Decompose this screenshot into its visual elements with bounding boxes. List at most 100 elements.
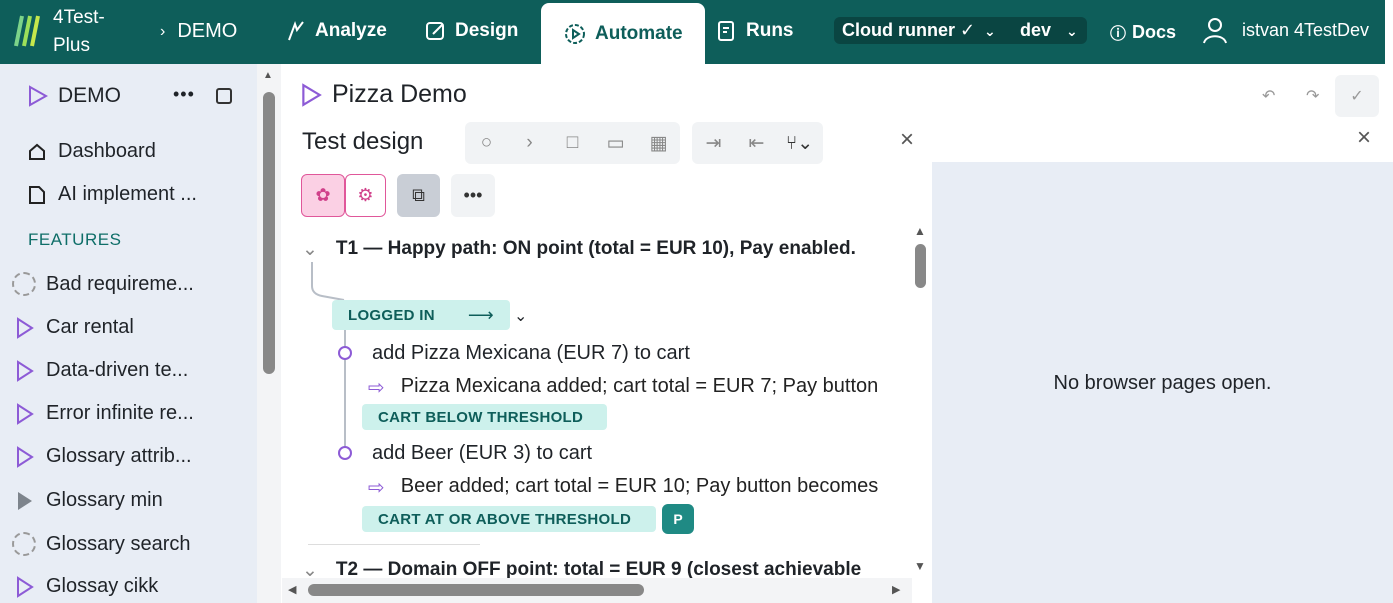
docs-link[interactable]: ⓘ Docs — [1110, 20, 1176, 44]
expected-result[interactable]: ⇨ Beer added; cart total = EUR 10; Pay b… — [368, 475, 878, 500]
chevron-down-icon[interactable]: ⌄ — [1066, 23, 1078, 40]
chevron-right-icon[interactable]: › — [508, 132, 551, 154]
feature-item[interactable]: Bad requireme... — [12, 272, 194, 296]
page-scrollbar[interactable] — [1385, 0, 1393, 64]
breadcrumb[interactable]: › DEMO — [160, 20, 237, 43]
indent-icon[interactable]: ⇥ — [692, 132, 735, 155]
step-text[interactable]: add Beer (EUR 3) to cart — [372, 442, 592, 465]
state-chip[interactable]: CART BELOW THRESHOLD — [362, 404, 607, 430]
table-icon[interactable]: ▦ — [637, 132, 680, 155]
brand-name[interactable]: 4Test-Plus — [53, 4, 133, 60]
settings-button[interactable]: ⚙ — [345, 174, 386, 217]
top-bar: 4Test-Plus › DEMO Analyze Design Automat… — [0, 0, 1393, 64]
page-title: Pizza Demo — [300, 80, 467, 109]
scroll-right-icon[interactable]: ▶ — [892, 583, 900, 596]
expected-result[interactable]: ⇨ Pizza Mexicana added; cart total = EUR… — [368, 375, 878, 400]
confirm-icon[interactable]: ✓ — [1335, 75, 1379, 117]
scroll-up-icon[interactable]: ▲ — [263, 70, 273, 81]
tab-runs[interactable]: Runs — [716, 20, 794, 42]
play-outline-icon — [302, 82, 322, 107]
redo-icon[interactable]: ↷ — [1306, 86, 1319, 106]
scroll-down-icon[interactable]: ▼ — [914, 559, 926, 573]
scroll-left-icon[interactable]: ◀ — [288, 583, 296, 596]
feature-item[interactable]: Glossay cikk — [12, 575, 158, 598]
feature-item[interactable]: Glossary search — [12, 532, 191, 556]
arrow-right-icon: ⇨ — [368, 477, 385, 499]
node-toolbar: ○ › □ ▭ ▦ — [465, 122, 680, 164]
arrow-right-icon: ⇨ — [368, 377, 385, 399]
tree-scrollbar[interactable]: ▲ ▼ — [912, 224, 930, 577]
scrollbar-thumb[interactable] — [308, 584, 644, 596]
feature-item[interactable]: Error infinite re... — [12, 402, 194, 425]
arrow-right-icon: ⟶ — [467, 304, 494, 325]
tab-automate[interactable]: Automate — [541, 3, 705, 64]
tab-design[interactable]: Design — [425, 20, 518, 42]
dashed-circle-icon — [12, 532, 36, 556]
undo-icon[interactable]: ↶ — [1262, 86, 1275, 106]
step-bullet — [338, 346, 352, 360]
play-outline-icon — [17, 445, 34, 468]
play-outline-icon — [17, 316, 34, 339]
state-chip[interactable]: LOGGED IN ⟶ — [332, 300, 510, 330]
sidebar-project[interactable]: DEMO — [28, 84, 121, 108]
indent-toolbar: ⇥ ⇤ ⑂⌄ — [692, 122, 823, 164]
chevron-down-icon[interactable]: ⌄ — [984, 23, 996, 40]
scrollbar-thumb[interactable] — [263, 92, 275, 374]
flow-view-button[interactable]: ✿ — [301, 174, 345, 217]
test-design-heading: Test design — [302, 128, 424, 155]
sidebar-scrollbar[interactable]: ▲ — [257, 64, 281, 603]
copy-check-button[interactable]: ⧉ — [397, 174, 440, 217]
sidebar: DEMO ••• Dashboard AI implement ... FEAT… — [0, 64, 257, 603]
user-menu[interactable]: istvan 4TestDev — [1202, 16, 1369, 44]
browser-panel: ↶ ↷ ✓ × No browser pages open. — [932, 64, 1393, 603]
feature-item[interactable]: Glossary min — [12, 489, 163, 512]
scroll-up-icon[interactable]: ▲ — [914, 224, 926, 238]
browser-panel-header: × — [932, 122, 1393, 162]
state-chip[interactable]: CART AT OR ABOVE THRESHOLD — [362, 506, 656, 532]
branch-icon[interactable]: ⑂⌄ — [778, 132, 821, 155]
step-text[interactable]: add Pizza Mexicana (EUR 7) to cart — [372, 342, 690, 365]
play-filled-icon — [18, 491, 32, 510]
priority-badge[interactable]: P — [662, 504, 694, 534]
tree-connector — [311, 262, 345, 301]
scrollbar-thumb[interactable] — [915, 244, 926, 288]
close-icon[interactable]: × — [1357, 124, 1371, 152]
chevron-down-icon[interactable]: ⌄ — [302, 559, 318, 578]
dashed-circle-icon — [12, 272, 36, 296]
sidebar-item-dashboard[interactable]: Dashboard — [28, 140, 156, 163]
chevron-down-icon[interactable]: ⌄ — [302, 238, 318, 261]
sidebar-item-ai-implement[interactable]: AI implement ... — [28, 183, 197, 206]
automate-icon — [565, 23, 585, 44]
more-icon[interactable]: ••• — [173, 84, 195, 105]
play-outline-icon — [29, 85, 48, 107]
app-logo — [14, 15, 40, 47]
play-outline-icon — [17, 575, 34, 598]
collapse-sidebar-icon[interactable] — [216, 88, 232, 104]
help-icon: ⓘ — [1110, 26, 1127, 43]
env-label[interactable]: dev — [1020, 20, 1051, 41]
chevron-right-icon: › — [160, 22, 166, 40]
features-heading: FEATURES — [28, 230, 122, 249]
more-button[interactable]: ••• — [451, 174, 495, 217]
square-icon[interactable]: □ — [551, 132, 594, 154]
empty-state-message: No browser pages open. — [1053, 372, 1272, 394]
close-icon[interactable]: × — [900, 126, 914, 154]
tab-analyze[interactable]: Analyze — [285, 20, 387, 42]
step-bullet — [338, 446, 352, 460]
feature-item[interactable]: Car rental — [12, 316, 134, 339]
tree-horizontal-scrollbar[interactable]: ◀ ▶ — [282, 578, 912, 603]
edit-icon — [426, 22, 444, 40]
chevron-down-icon[interactable]: ⌄ — [514, 306, 527, 326]
test-case-header[interactable]: ⌄ T2 — Domain OFF point: total = EUR 9 (… — [302, 559, 861, 578]
test-tree: ⌄ T1 — Happy path: ON point (total = EUR… — [282, 222, 912, 578]
feature-item[interactable]: Data-driven te... — [12, 359, 188, 382]
browser-toolbar: ↶ ↷ ✓ — [932, 64, 1393, 122]
outdent-icon[interactable]: ⇤ — [735, 132, 778, 155]
comment-icon[interactable]: ▭ — [594, 132, 637, 155]
runner-label[interactable]: Cloud runner ✓ — [842, 20, 975, 41]
runner-env-selector[interactable]: Cloud runner ✓ ⌄ dev ⌄ — [834, 17, 1087, 44]
document-icon — [29, 185, 45, 204]
circle-icon[interactable]: ○ — [465, 132, 508, 154]
feature-item[interactable]: Glossary attrib... — [12, 445, 192, 468]
test-case-header[interactable]: ⌄ T1 — Happy path: ON point (total = EUR… — [302, 238, 856, 261]
